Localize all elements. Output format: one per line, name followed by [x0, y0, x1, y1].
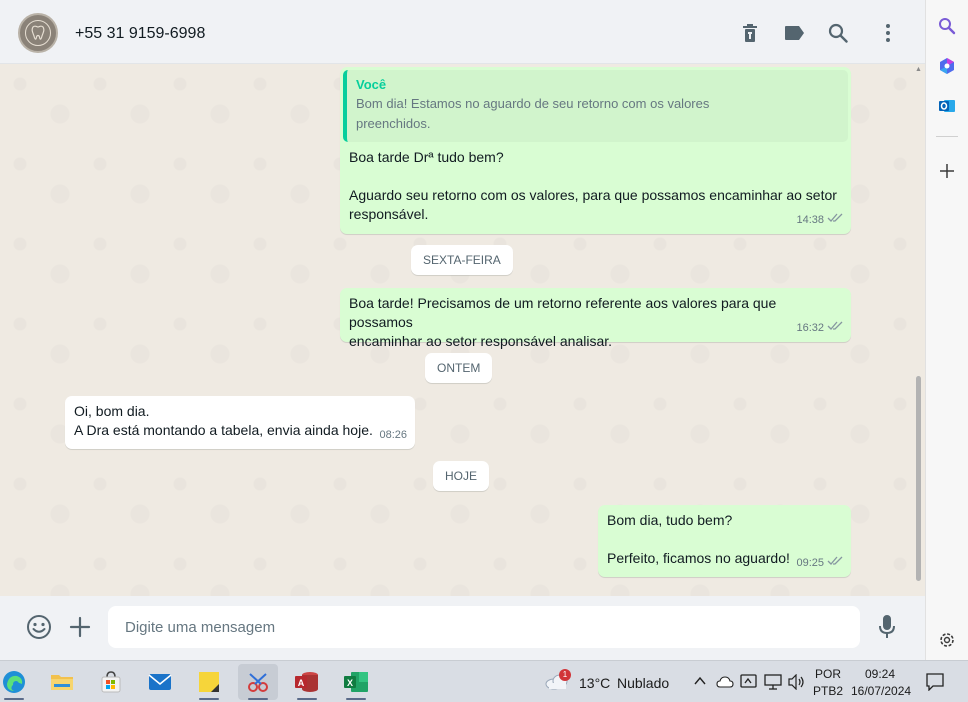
double-check-icon — [827, 554, 843, 573]
active-indicator — [346, 698, 366, 700]
remote-desktop-icon[interactable] — [740, 673, 758, 696]
message-text: Boa tarde! Precisamos de um retorno refe… — [349, 295, 777, 330]
excel-icon[interactable]: X — [336, 664, 376, 700]
emoji-icon[interactable] — [26, 614, 52, 640]
menu-icon[interactable] — [877, 22, 899, 44]
outgoing-message[interactable]: Bom dia, tudo bem? Perfeito, ficamos no … — [598, 505, 851, 577]
message-meta: 09:25 — [796, 554, 843, 573]
chevron-up-icon[interactable] — [693, 674, 707, 692]
clock-date[interactable]: 16/07/2024 — [851, 684, 911, 698]
scroll-up-arrow-icon[interactable]: ▲ — [915, 66, 922, 73]
active-indicator — [199, 698, 219, 700]
edge-browser-icon[interactable] — [0, 664, 34, 700]
weather-badge: 1 — [559, 669, 571, 681]
message-text: A Dra está montando a tabela, envia aind… — [74, 422, 373, 438]
date-chip: ONTEM — [425, 353, 493, 383]
svg-text:A: A — [298, 678, 305, 688]
message-text: Oi, bom dia. — [74, 403, 150, 419]
incoming-message[interactable]: Oi, bom dia. A Dra está montando a tabel… — [65, 396, 415, 449]
message-time: 14:38 — [796, 214, 824, 226]
access-icon[interactable]: A — [287, 664, 327, 700]
outgoing-message[interactable]: Você Bom dia! Estamos no aguardo de seu … — [340, 67, 851, 234]
message-time: 16:32 — [796, 322, 824, 334]
browser-sidebar — [925, 0, 968, 660]
volume-icon[interactable] — [788, 673, 806, 695]
whatsapp-window: +55 31 9159-6998 Você Bom dia! Estamos n… — [0, 0, 925, 660]
message-text: responsável. — [349, 206, 429, 222]
tooth-logo-icon — [25, 20, 51, 46]
windows-taskbar: A X 1 13°C Nublado POR PTB2 09:24 16/07/… — [0, 660, 968, 702]
weather-temperature[interactable]: 13°C — [579, 675, 610, 691]
delete-icon[interactable] — [739, 22, 761, 44]
contact-name[interactable]: +55 31 9159-6998 — [75, 25, 205, 43]
onedrive-cloud-icon[interactable] — [716, 675, 734, 693]
message-text: Bom dia, tudo bem? — [607, 512, 733, 528]
double-check-icon — [827, 319, 843, 338]
quote-text-line: Bom dia! Estamos no aguardo de seu retor… — [356, 96, 710, 111]
mail-icon[interactable] — [140, 664, 180, 700]
copilot-icon[interactable] — [937, 56, 957, 76]
message-input[interactable] — [108, 606, 860, 648]
avatar[interactable] — [18, 13, 58, 53]
scrollbar[interactable]: ▲ — [915, 64, 922, 596]
active-indicator — [297, 698, 317, 700]
microphone-icon[interactable] — [874, 614, 900, 640]
outgoing-message[interactable]: Boa tarde! Precisamos de um retorno refe… — [340, 288, 851, 349]
file-explorer-icon[interactable] — [42, 664, 82, 700]
notification-center-icon[interactable] — [926, 673, 944, 696]
clock-time[interactable]: 09:24 — [865, 667, 895, 681]
weather-cloud-icon[interactable]: 1 — [544, 669, 572, 695]
message-meta: 16:32 — [796, 319, 843, 338]
message-meta: 14:38 — [796, 211, 843, 230]
search-icon[interactable] — [827, 22, 849, 44]
add-icon[interactable] — [937, 161, 957, 181]
message-text: encaminhar ao setor responsável analisar… — [349, 333, 613, 349]
label-icon[interactable] — [783, 22, 805, 44]
svg-text:X: X — [347, 678, 353, 688]
keyboard-layout[interactable]: PTB2 — [813, 684, 843, 698]
message-text: Aguardo seu retorno com os valores, para… — [349, 187, 837, 203]
message-meta: 08:26 — [379, 426, 407, 445]
message-time: 08:26 — [379, 429, 407, 441]
sticky-notes-icon[interactable] — [189, 664, 229, 700]
double-check-icon — [827, 211, 843, 230]
attach-plus-icon[interactable] — [67, 614, 93, 640]
chat-header: +55 31 9159-6998 — [0, 0, 925, 64]
network-icon[interactable] — [764, 674, 782, 695]
message-text: Boa tarde Drª tudo bem? — [349, 149, 504, 165]
store-icon[interactable] — [91, 664, 131, 700]
quote-author: Você — [356, 77, 387, 92]
sidebar-divider — [936, 136, 958, 137]
chat-area[interactable]: Você Bom dia! Estamos no aguardo de seu … — [0, 64, 925, 596]
scroll-thumb[interactable] — [916, 376, 921, 581]
date-chip: SEXTA-FEIRA — [411, 245, 513, 275]
weather-description[interactable]: Nublado — [617, 675, 669, 691]
outlook-icon[interactable] — [937, 96, 957, 116]
settings-gear-icon[interactable] — [937, 630, 957, 650]
composer-bar — [0, 596, 925, 660]
language-code[interactable]: POR — [815, 667, 841, 681]
active-indicator — [4, 698, 24, 700]
active-indicator — [248, 698, 268, 700]
message-time: 09:25 — [796, 557, 824, 569]
snipping-tool-icon[interactable] — [238, 664, 278, 700]
quoted-message[interactable]: Você Bom dia! Estamos no aguardo de seu … — [343, 70, 848, 142]
search-icon[interactable] — [937, 16, 957, 36]
quote-text-line: preenchidos. — [356, 116, 431, 131]
date-chip: HOJE — [433, 461, 490, 491]
